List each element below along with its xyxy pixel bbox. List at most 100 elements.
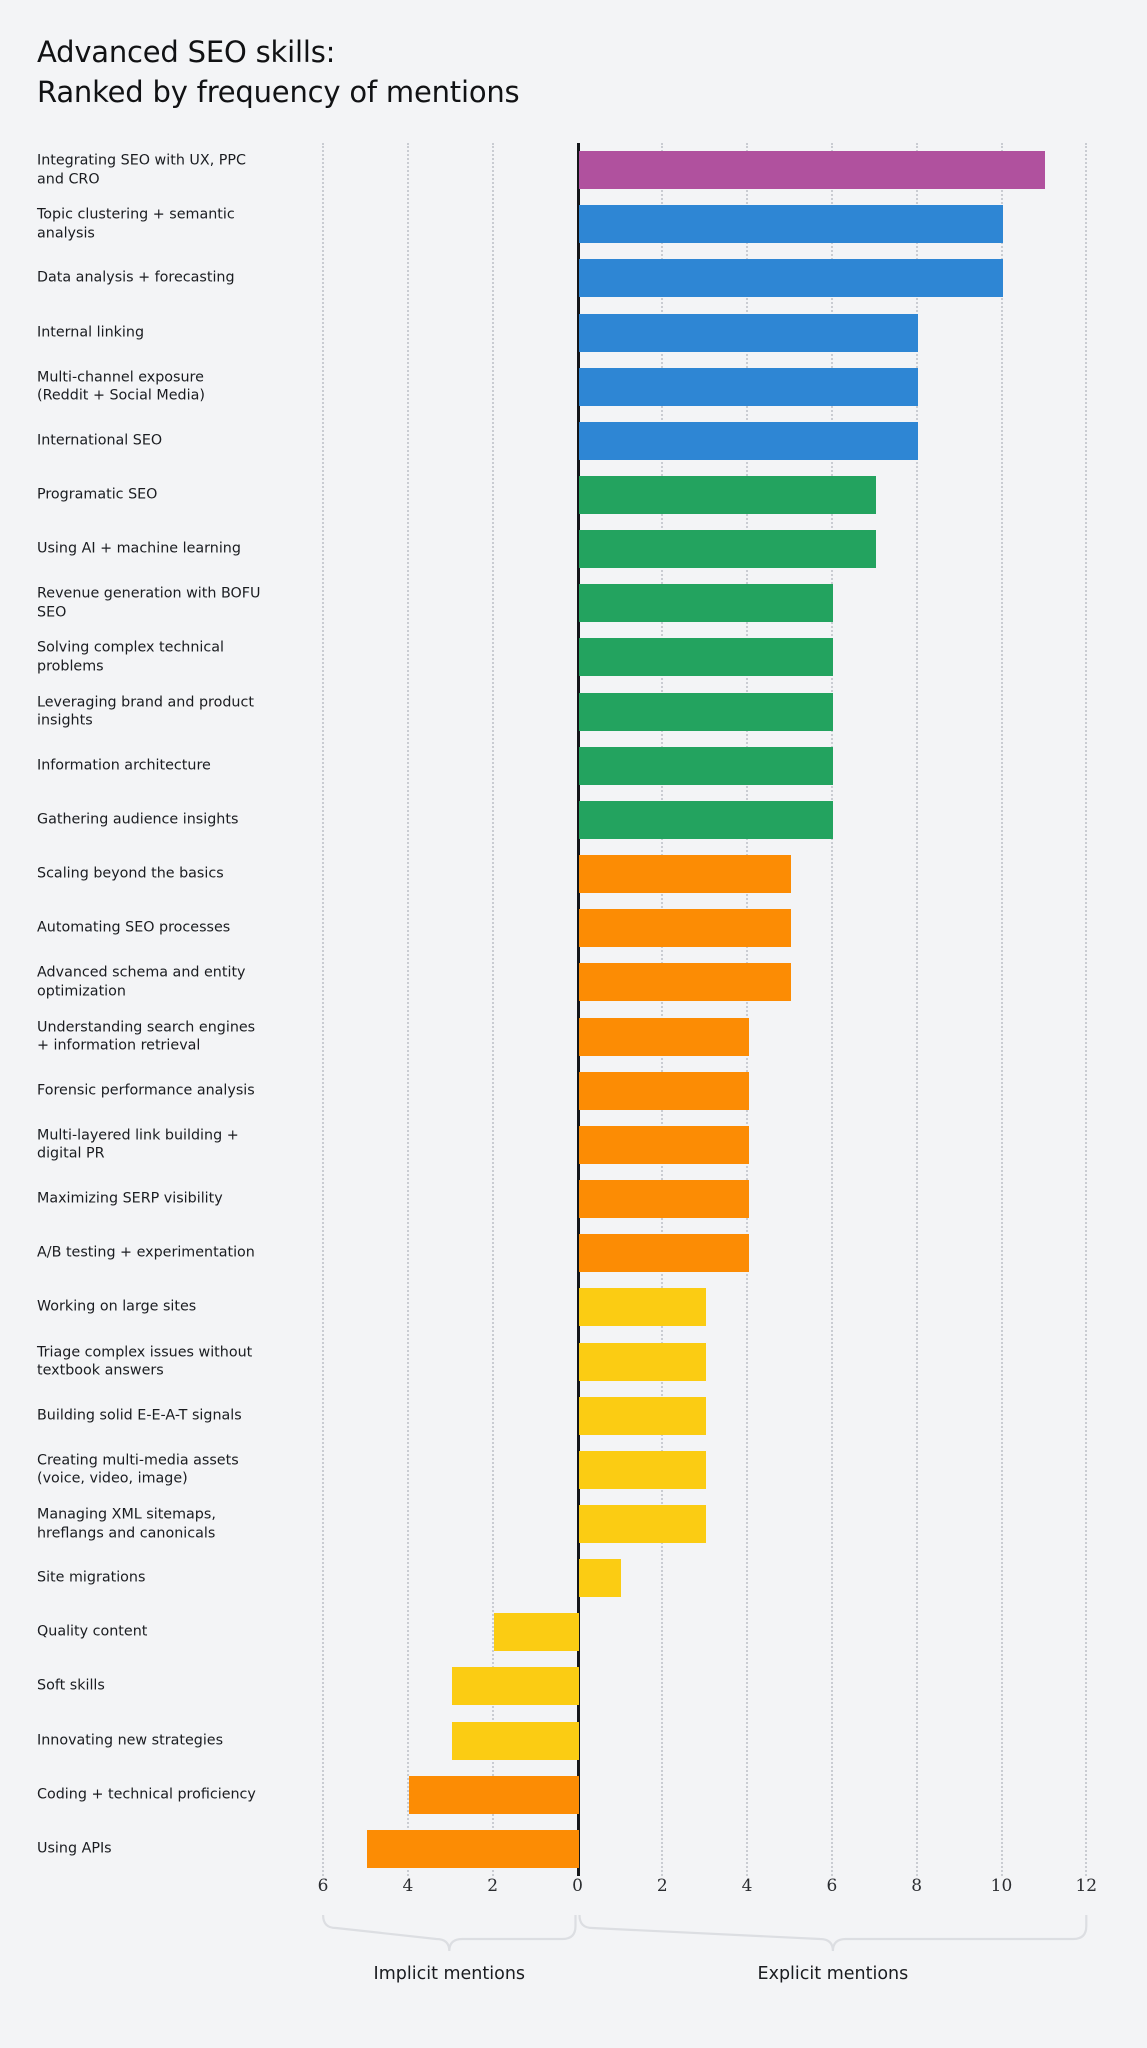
bar[interactable] [579, 151, 1046, 190]
bar[interactable] [579, 1504, 707, 1543]
bar-row: Soft skills [0, 1659, 1147, 1713]
bar-row-label: Creating multi-media assets (voice, vide… [37, 1452, 239, 1487]
bar[interactable] [451, 1721, 579, 1760]
x-axis-tick-label: 4 [402, 1876, 414, 1896]
x-axis-tick-label: 6 [826, 1876, 838, 1896]
bar-row: Coding + technical proficiency [0, 1768, 1147, 1822]
bar-row-label: Building solid E-E-A-T signals [37, 1407, 242, 1424]
bar-row-label: Working on large sites [37, 1299, 197, 1316]
bar[interactable] [579, 746, 834, 785]
bar[interactable] [409, 1775, 579, 1814]
x-axis-tick-label: 2 [656, 1876, 668, 1896]
bar[interactable] [579, 909, 791, 948]
x-axis-tick-label: 12 [1075, 1876, 1098, 1896]
bar-row-label: Leveraging brand and product insights [37, 694, 254, 729]
x-axis-tick-label: 10 [990, 1876, 1013, 1896]
bar-row: Leveraging brand and product insights [0, 685, 1147, 739]
bar-row-label: Using AI + machine learning [37, 540, 241, 557]
bar[interactable] [579, 1234, 749, 1273]
bar[interactable] [579, 1180, 749, 1219]
page-title: Advanced SEO skills: Ranked by frequency… [37, 35, 520, 110]
bar-row-label: International SEO [37, 432, 163, 449]
bar-row: Multi-channel exposure (Reddit + Social … [0, 360, 1147, 414]
bar-rows: Integrating SEO with UX, PPC and CRO Topi… [0, 143, 1147, 1876]
bar[interactable] [579, 1342, 707, 1381]
bar-row-label: Managing XML sitemaps, hreflangs and can… [37, 1506, 216, 1541]
bar[interactable] [579, 259, 1003, 298]
bar-row: International SEO [0, 414, 1147, 468]
bar-row-label: Revenue generation with BOFU SEO [37, 585, 261, 621]
bar[interactable] [451, 1667, 579, 1706]
bar-row-label: Advanced schema and entity optimization [37, 964, 246, 1000]
bar[interactable] [579, 1071, 749, 1110]
bar[interactable] [579, 1125, 749, 1164]
bar-row-label: Data analysis + forecasting [37, 270, 235, 287]
bar-row: Maximizing SERP visibility [0, 1172, 1147, 1226]
bar-row: Using AI + machine learning [0, 522, 1147, 576]
bar[interactable] [579, 421, 919, 460]
bar-row-label: Automating SEO processes [37, 919, 231, 936]
explicit-mentions-label: Explicit mentions [757, 1964, 909, 1984]
bar-row-label: Integrating SEO with UX, PPC and CRO [37, 152, 247, 188]
axis-group-braces: Implicit mentions Explicit mentions [0, 1913, 1147, 1984]
bar-row: Creating multi-media assets (voice, vide… [0, 1443, 1147, 1497]
bar-row: Automating SEO processes [0, 901, 1147, 955]
bar-row: Revenue generation with BOFU SEO [0, 576, 1147, 630]
x-axis-tick-label: 2 [487, 1876, 499, 1896]
bar-row-label: Using APIs [37, 1840, 112, 1857]
bar-row: A/B testing + experimentation [0, 1226, 1147, 1280]
bar-row-label: Programatic SEO [37, 486, 158, 503]
bar-row: Innovating new strategies [0, 1714, 1147, 1768]
bar-row: Managing XML sitemaps, hreflangs and can… [0, 1497, 1147, 1551]
bar[interactable] [579, 205, 1003, 244]
bar[interactable] [579, 1288, 707, 1327]
bar-row: Advanced schema and entity optimization [0, 955, 1147, 1009]
explicit-mentions-brace [578, 1914, 1088, 1952]
bar-row: Quality content [0, 1605, 1147, 1659]
bar-row-label: Innovating new strategies [37, 1732, 224, 1749]
bar[interactable] [579, 1450, 707, 1489]
bar[interactable] [579, 963, 791, 1002]
bar-row-label: Gathering audience insights [37, 811, 239, 828]
bar-row: Site migrations [0, 1551, 1147, 1605]
bar-row: Solving complex technical problems [0, 630, 1147, 684]
bar[interactable] [579, 367, 919, 406]
bar[interactable] [579, 313, 919, 352]
bar-row-label: Multi-channel exposure (Reddit + Social … [37, 369, 205, 404]
bar[interactable] [579, 584, 834, 623]
bar-row-label: A/B testing + experimentation [37, 1244, 255, 1261]
bar-row-label: Internal linking [37, 324, 145, 341]
bar-row-label: Soft skills [37, 1678, 105, 1695]
bar-row: Topic clustering + semantic analysis [0, 197, 1147, 251]
bar[interactable] [579, 530, 876, 569]
bar-row-label: Quality content [37, 1624, 148, 1641]
chart-plot-area: Integrating SEO with UX, PPC and CRO Topi… [0, 143, 1147, 1876]
x-axis-tick-label: 0 [572, 1876, 583, 1896]
implicit-mentions-label: Implicit mentions [373, 1964, 526, 1984]
bar-row: Programatic SEO [0, 468, 1147, 522]
bar[interactable] [579, 1017, 749, 1056]
bar-row: Internal linking [0, 305, 1147, 359]
bar[interactable] [579, 692, 834, 731]
bar[interactable] [579, 476, 876, 515]
bar-row: Understanding search engines + informati… [0, 1010, 1147, 1064]
bar-row-label: Forensic performance analysis [37, 1082, 255, 1099]
bar[interactable] [579, 1396, 707, 1435]
bar[interactable] [579, 800, 834, 839]
bar-row-label: Information architecture [37, 757, 211, 774]
x-axis-tick-label: 6 [317, 1876, 329, 1896]
bar-row: Scaling beyond the basics [0, 847, 1147, 901]
bar-row: Data analysis + forecasting [0, 251, 1147, 305]
x-axis-ticks: 6 4 2 0 2 4 6 8 10 12 [0, 1876, 1147, 1916]
bar[interactable] [367, 1829, 579, 1868]
bar-row: Multi-layered link building + digital PR [0, 1118, 1147, 1172]
x-axis-tick-label: 8 [911, 1876, 923, 1896]
bar-row-label: Understanding search engines + informati… [37, 1019, 256, 1054]
bar-row: Integrating SEO with UX, PPC and CRO [0, 143, 1147, 197]
bar[interactable] [579, 638, 834, 677]
bar-row-label: Coding + technical proficiency [37, 1786, 256, 1803]
bar[interactable] [579, 855, 791, 894]
bar-row: Working on large sites [0, 1280, 1147, 1334]
bar[interactable] [579, 1559, 622, 1598]
bar[interactable] [494, 1613, 579, 1652]
